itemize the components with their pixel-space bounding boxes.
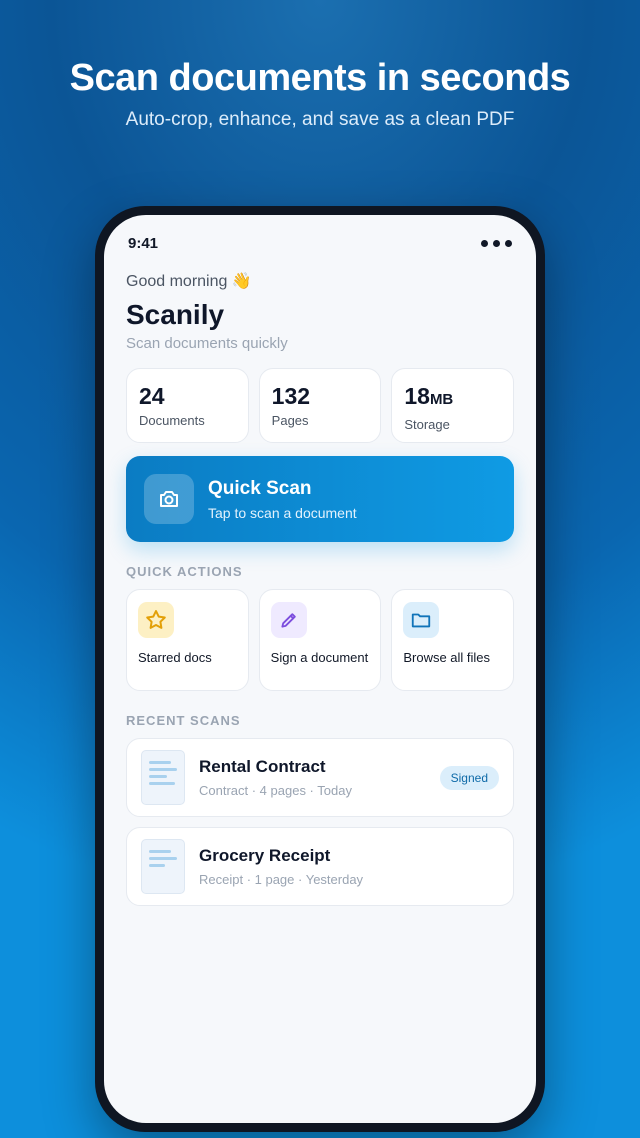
hero-title: Scan documents in seconds: [69, 57, 571, 99]
recent-scan-item[interactable]: Grocery Receipt Receipt · 1 page · Yeste…: [126, 827, 514, 906]
camera-icon: [144, 474, 194, 524]
pencil-icon: [270, 602, 307, 638]
quick-scan-subtitle: Tap to scan a document: [208, 504, 357, 521]
stat-label: Pages: [271, 413, 309, 428]
stat-label: Storage: [404, 417, 450, 432]
app-tagline: Scan documents quickly: [126, 335, 288, 352]
stat-storage[interactable]: 18MB Storage: [391, 368, 515, 443]
quick-scan-title: Quick Scan: [208, 477, 312, 499]
hero: Scan documents in seconds Auto-crop, enh…: [0, 56, 640, 132]
hero-subtitle: Auto-crop, enhance, and save as a clean …: [125, 109, 515, 130]
recent-scans-list: Rental Contract Contract · 4 pages · Tod…: [126, 738, 514, 906]
quick-actions-row: Starred docs Sign a document Browse all …: [126, 589, 515, 691]
action-label: Browse all files: [403, 650, 491, 665]
recent-scan-meta: Receipt · 1 page · Yesterday: [199, 872, 364, 887]
home-content: Good morning 👋 Scanily Scan documents qu…: [126, 271, 515, 916]
action-label: Sign a document: [270, 650, 369, 665]
folder-icon: [403, 602, 440, 638]
recent-scan-title: Rental Contract: [199, 757, 326, 776]
recent-scan-meta: Contract · 4 pages · Today: [199, 783, 352, 798]
stat-documents[interactable]: 24 Documents: [126, 368, 249, 443]
document-thumbnail-icon: [141, 839, 185, 894]
recent-scans-label: RECENT SCANS: [126, 713, 241, 728]
phone-screen: 9:41 Good morning 👋 Scanily Scan documen…: [104, 215, 536, 1123]
stat-pages[interactable]: 132 Pages: [258, 368, 382, 443]
stat-value: 18: [404, 383, 430, 409]
action-browse-files[interactable]: Browse all files: [391, 589, 515, 691]
quick-actions-label: QUICK ACTIONS: [126, 564, 243, 579]
stats-row: 24 Documents 132 Pages 18MB Storage: [126, 368, 515, 443]
quick-scan-button[interactable]: Quick Scan Tap to scan a document: [126, 456, 514, 542]
more-options-icon[interactable]: [481, 239, 512, 247]
phone-frame: 9:41 Good morning 👋 Scanily Scan documen…: [95, 206, 545, 1132]
document-thumbnail-icon: [141, 750, 185, 805]
status-bar: 9:41: [128, 233, 512, 253]
stat-unit: MB: [429, 391, 454, 408]
recent-scan-item[interactable]: Rental Contract Contract · 4 pages · Tod…: [126, 738, 514, 817]
action-sign-document[interactable]: Sign a document: [258, 589, 382, 691]
status-badge: Signed: [439, 766, 499, 790]
stat-value: 132: [271, 383, 311, 409]
action-starred-docs[interactable]: Starred docs: [126, 589, 249, 691]
action-label: Starred docs: [138, 650, 212, 665]
stat-label: Documents: [139, 413, 205, 428]
stat-value: 24: [139, 383, 165, 409]
recent-scan-title: Grocery Receipt: [199, 846, 331, 865]
greeting: Good morning 👋: [126, 273, 252, 290]
status-time: 9:41: [128, 234, 159, 252]
star-icon: [138, 602, 174, 638]
app-title: Scanily: [126, 299, 225, 330]
